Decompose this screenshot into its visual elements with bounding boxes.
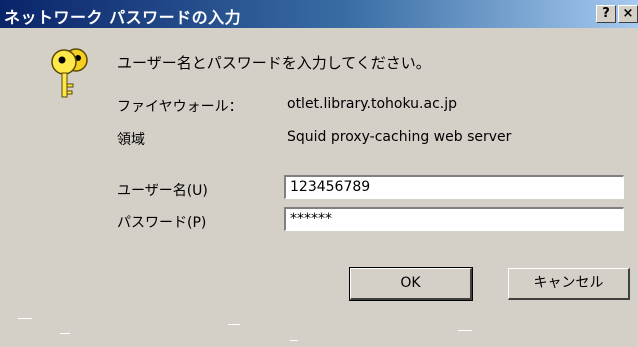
realm-label: 領域 bbox=[117, 132, 145, 148]
scan-artifact bbox=[60, 333, 70, 334]
username-label: ユーザー名(U) bbox=[117, 183, 208, 199]
password-label: パスワード(P) bbox=[117, 215, 207, 231]
firewall-label: ファイヤウォール： bbox=[117, 99, 243, 115]
username-field[interactable]: 123456789 bbox=[284, 175, 624, 199]
ok-button[interactable]: OK bbox=[349, 267, 473, 301]
scan-artifact bbox=[290, 340, 298, 341]
instruction-text: ユーザー名とパスワードを入力してください。 bbox=[117, 54, 431, 72]
scan-artifact bbox=[458, 330, 472, 331]
window-title: ネットワーク パスワードの入力 bbox=[4, 8, 242, 27]
close-button[interactable]: × bbox=[618, 5, 638, 23]
password-dialog: ネットワーク パスワードの入力 ? × ユーザー名とパスワードを入力してください… bbox=[0, 0, 638, 347]
scan-artifact bbox=[18, 318, 32, 319]
password-field[interactable]: ****** bbox=[284, 207, 624, 231]
scan-artifact bbox=[228, 324, 240, 325]
keys-icon bbox=[51, 48, 88, 98]
cancel-button[interactable]: キャンセル bbox=[508, 268, 630, 300]
firewall-value: otlet.library.tohoku.ac.jp bbox=[287, 96, 457, 112]
help-button[interactable]: ? bbox=[596, 5, 616, 23]
title-bar[interactable]: ネットワーク パスワードの入力 ? × bbox=[0, 0, 638, 28]
realm-value: Squid proxy-caching web server bbox=[287, 129, 512, 145]
